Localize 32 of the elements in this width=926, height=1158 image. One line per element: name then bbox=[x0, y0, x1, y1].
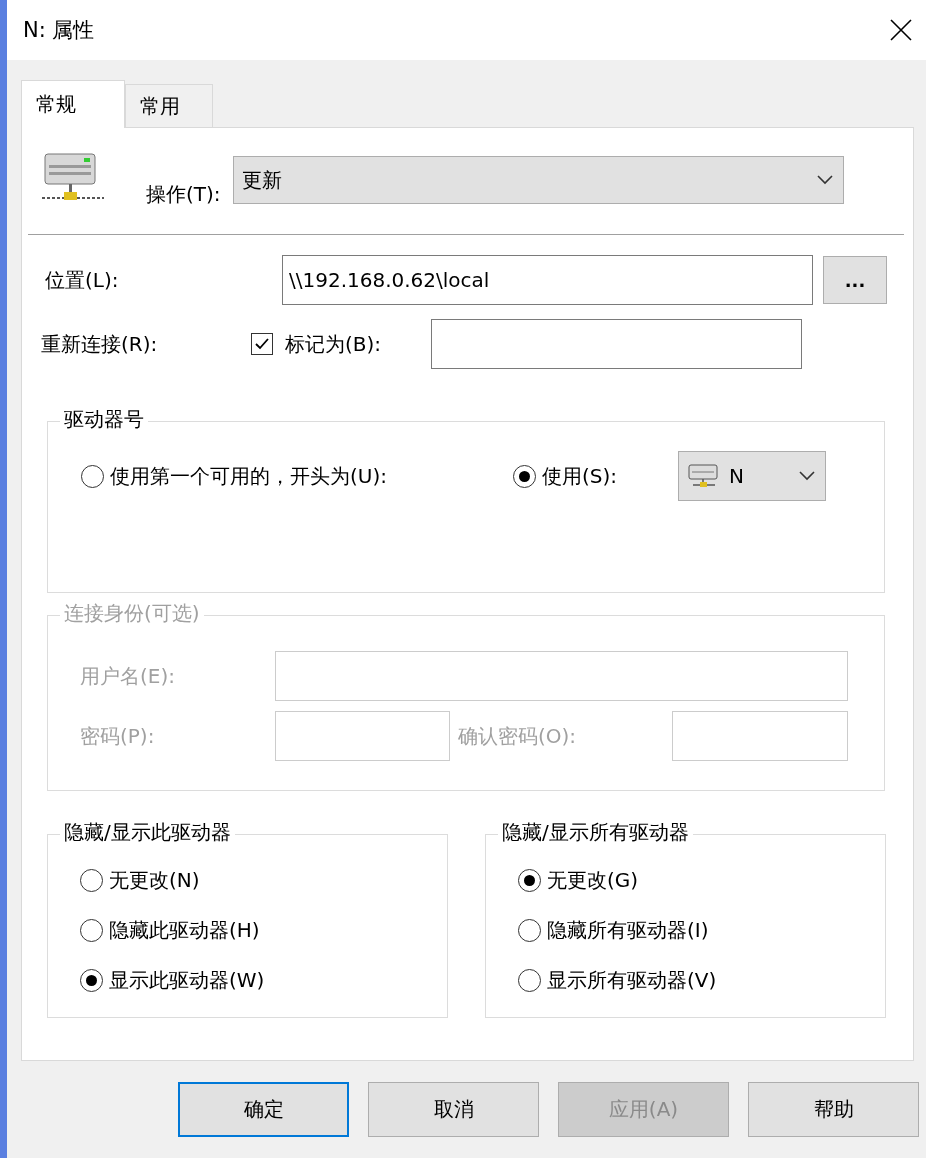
chevron-down-icon bbox=[799, 471, 815, 481]
password-label: 密码(P): bbox=[80, 722, 156, 750]
radio-button[interactable]: 无更改(N) bbox=[80, 867, 447, 894]
location-label: 位置(L): bbox=[45, 266, 120, 294]
close-icon[interactable] bbox=[890, 19, 912, 41]
drive-dropdown[interactable]: N bbox=[678, 451, 826, 501]
tab[interactable]: 常规 bbox=[21, 80, 125, 128]
location-field[interactable]: \\192.168.0.62\local bbox=[282, 255, 813, 305]
dialog-button[interactable]: 取消 bbox=[368, 1082, 539, 1137]
network-drive-icon bbox=[687, 463, 721, 489]
dialog-button[interactable]: 确定 bbox=[178, 1082, 349, 1137]
radio-button[interactable]: 使用(S): bbox=[513, 462, 678, 490]
window-title: N: 属性 bbox=[23, 17, 95, 44]
reconnect-label: 重新连接(R): bbox=[41, 330, 159, 358]
username-label: 用户名(E): bbox=[80, 662, 176, 690]
browse-button[interactable]: ... bbox=[823, 256, 887, 304]
chevron-down-icon bbox=[817, 175, 833, 185]
radio-button[interactable]: 显示所有驱动器(V) bbox=[518, 967, 885, 994]
tab[interactable]: 常用 bbox=[125, 84, 213, 127]
radio-button[interactable]: 显示此驱动器(W) bbox=[80, 967, 447, 994]
label-as-field[interactable] bbox=[431, 319, 802, 369]
radio-button[interactable]: 使用第一个可用的，开头为(U): bbox=[81, 462, 513, 490]
radio-button[interactable]: 隐藏所有驱动器(I) bbox=[518, 917, 885, 944]
radio-button[interactable]: 无更改(G) bbox=[518, 867, 885, 894]
checkbox[interactable] bbox=[251, 333, 273, 355]
label-as-label: 标记为(B): bbox=[285, 330, 383, 358]
radio-button[interactable]: 隐藏此驱动器(H) bbox=[80, 917, 447, 944]
confirm-password-label: 确认密码(O): bbox=[458, 722, 578, 750]
action-dropdown[interactable]: 更新 bbox=[233, 156, 844, 204]
action-label: 操作(T): bbox=[146, 180, 222, 208]
checkmark-icon bbox=[254, 337, 270, 351]
dialog-button[interactable]: 帮助 bbox=[748, 1082, 919, 1137]
